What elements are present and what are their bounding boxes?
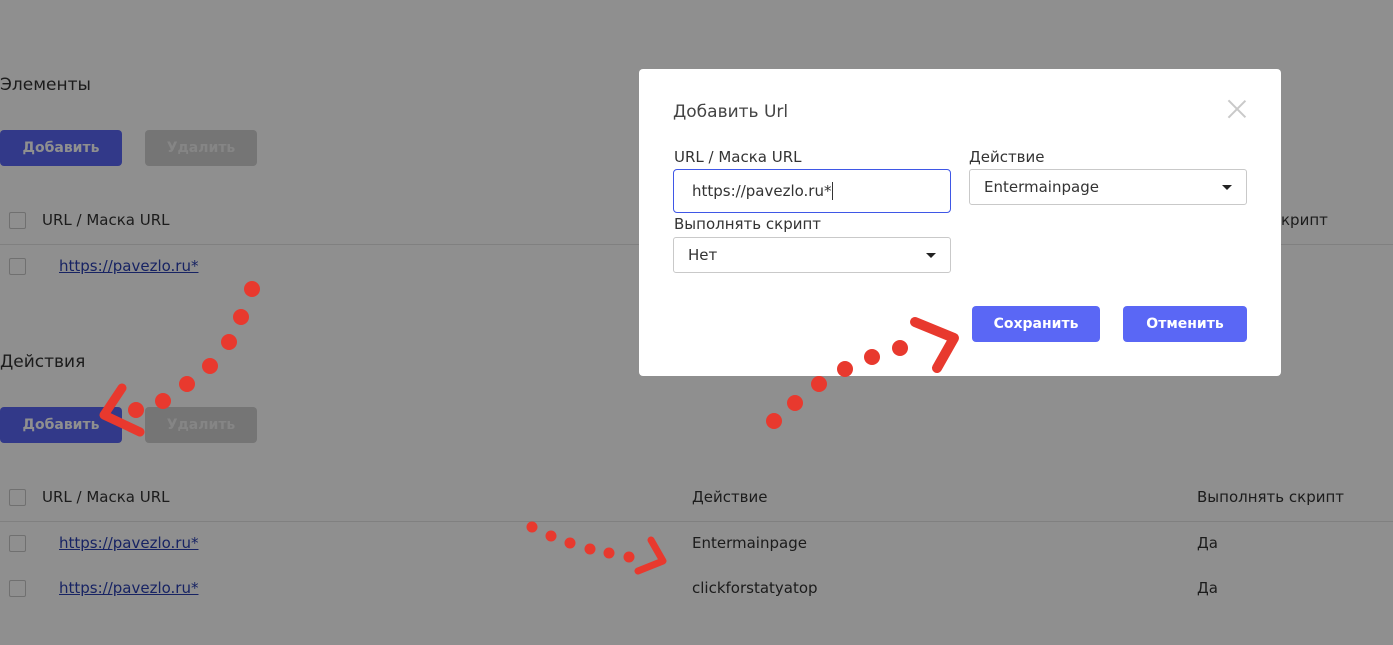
url-input[interactable]: https://pavezlo.ru* <box>673 169 951 213</box>
add-url-dialog: Добавить Url URL / Маска URL https://pav… <box>639 69 1281 376</box>
save-button[interactable]: Сохранить <box>972 306 1100 342</box>
dropdown-arrow-icon <box>926 253 936 258</box>
cancel-button[interactable]: Отменить <box>1123 306 1247 342</box>
close-icon[interactable] <box>1227 99 1247 119</box>
action-select-value: Entermainpage <box>984 178 1099 196</box>
text-cursor <box>832 182 834 200</box>
dropdown-arrow-icon <box>1222 185 1232 190</box>
script-select[interactable]: Нет <box>673 237 951 273</box>
url-field-label: URL / Маска URL <box>674 148 802 166</box>
script-select-value: Нет <box>688 246 718 264</box>
action-field-label: Действие <box>969 148 1045 166</box>
dialog-title: Добавить Url <box>673 102 789 122</box>
script-field-label: Выполнять скрипт <box>674 215 822 233</box>
url-input-value: https://pavezlo.ru* <box>692 182 832 200</box>
action-select[interactable]: Entermainpage <box>969 169 1247 205</box>
